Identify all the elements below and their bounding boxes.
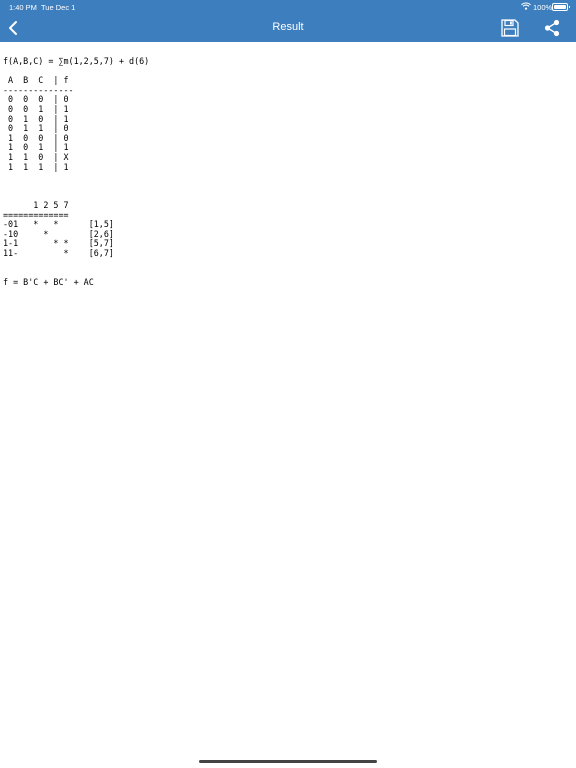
result-line: 0 0 0 | 0 [3, 94, 69, 105]
status-date: Tue Dec 1 [41, 3, 76, 12]
status-bar: 1:40 PM Tue Dec 1 100% [0, 0, 576, 14]
result-line: 0 1 0 | 1 [3, 113, 69, 124]
result-line [3, 172, 563, 182]
floppy-disk-icon [501, 19, 519, 37]
result-line: 0 0 1 | 1 [3, 103, 69, 114]
result-line: 1 0 0 | 0 [3, 132, 69, 143]
result-output: f(A,B,C) = ∑m(1,2,5,7) + d(6) A B C | f-… [3, 56, 563, 287]
result-line [3, 258, 563, 268]
result-line [3, 191, 563, 201]
battery-percent: 100% [533, 3, 553, 12]
result-line: A B C | f [3, 75, 69, 86]
share-button[interactable] [543, 19, 561, 37]
result-line [3, 67, 563, 77]
result-line: 1 1 1 | 1 [3, 161, 69, 172]
status-time: 1:40 PM [9, 3, 37, 12]
battery-icon [552, 3, 570, 11]
result-line: -------------- [3, 84, 74, 95]
result-line: f = B'C + BC' + AC [3, 276, 94, 287]
navigation-bar: Result [0, 14, 576, 42]
save-button[interactable] [500, 18, 520, 38]
result-line: 1 1 0 | X [3, 151, 69, 162]
home-indicator [199, 760, 377, 763]
result-line: 0 1 1 | 0 [3, 123, 69, 134]
page-title: Result [272, 21, 304, 33]
result-line: 1 2 5 7 [3, 199, 69, 210]
share-icon [544, 19, 560, 37]
result-line [3, 182, 563, 192]
result-line: 11- * [6,7] [3, 247, 114, 258]
result-line: 1 0 1 | 1 [3, 142, 69, 153]
wifi-icon [521, 2, 531, 10]
result-line: f(A,B,C) = ∑m(1,2,5,7) + d(6) [3, 56, 150, 66]
